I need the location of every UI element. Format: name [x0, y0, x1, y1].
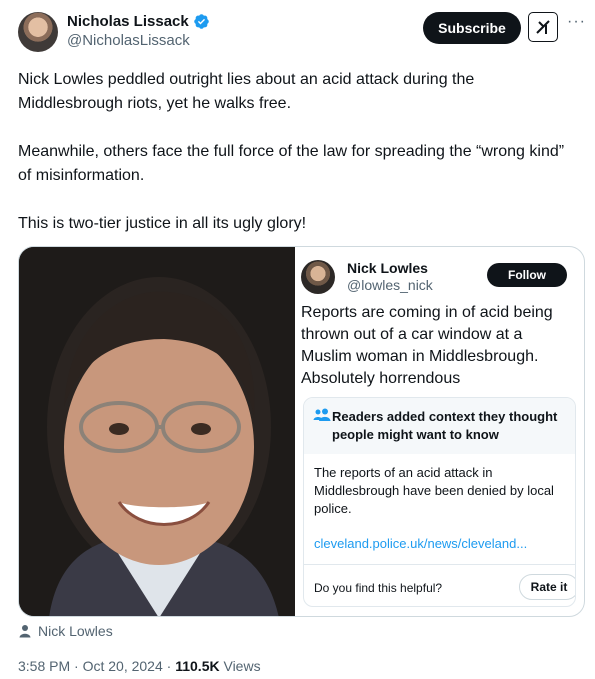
tweet-media[interactable]: Nick Lowles @lowles_nick Follow Reports … [18, 246, 585, 617]
follow-button: Follow [487, 263, 567, 287]
tweet-header: Nicholas Lissack @NicholasLissack Subscr… [18, 10, 585, 54]
helpful-question: Do you find this helpful? [314, 581, 443, 595]
community-note: Readers added context they thought peopl… [303, 397, 576, 607]
tweet-meta: 3:58 PM · Oct 20, 2024 · 110.5K Views [18, 658, 261, 674]
tweet-paragraph: Meanwhile, others face the full force of… [18, 143, 565, 184]
author-avatar[interactable] [18, 12, 58, 52]
community-note-link: cleveland.police.uk/news/cleveland... [314, 536, 528, 551]
views-count[interactable]: 110.5K [175, 658, 219, 674]
media-tag-label[interactable]: Nick Lowles [38, 623, 113, 639]
tweet-body: Nick Lowles peddled outright lies about … [18, 68, 578, 260]
rate-it-button: Rate it [519, 574, 575, 600]
subscribe-button[interactable]: Subscribe [423, 12, 521, 44]
views-label: Views [223, 658, 261, 674]
divider [304, 564, 575, 565]
tweet-date[interactable]: Oct 20, 2024 [83, 658, 163, 674]
portrait-photo[interactable] [19, 247, 295, 616]
tweet-time[interactable]: 3:58 PM [18, 658, 70, 674]
meta-separator: · [166, 658, 172, 674]
embedded-tweet[interactable]: Nick Lowles @lowles_nick Follow Reports … [301, 255, 577, 610]
community-note-header: Readers added context they thought peopl… [304, 398, 575, 454]
person-icon [19, 625, 31, 638]
tweet-paragraph: Nick Lowles peddled outright lies about … [18, 71, 475, 112]
meta-separator: · [74, 658, 79, 674]
author-info: Nicholas Lissack @NicholasLissack [67, 13, 210, 49]
readers-icon [313, 408, 331, 421]
more-icon[interactable]: ··· [567, 14, 585, 34]
author-handle[interactable]: @NicholasLissack [67, 32, 210, 49]
tweet-paragraph: This is two-tier justice in all its ugly… [18, 215, 307, 232]
embedded-tweet-text: Reports are coming in of acid being thro… [301, 304, 553, 387]
author-name[interactable]: Nicholas Lissack [67, 13, 189, 30]
verified-badge-icon [193, 14, 209, 29]
community-note-body: The reports of an acid attack in Middles… [314, 465, 554, 516]
embedded-author-handle: @lowles_nick [347, 277, 433, 293]
embedded-author-name: Nick Lowles [347, 260, 428, 276]
media-tag[interactable]: Nick Lowles [18, 623, 113, 639]
embedded-author-avatar [301, 260, 335, 294]
community-note-title: Readers added context they thought peopl… [332, 409, 558, 442]
grok-icon[interactable] [528, 12, 558, 42]
